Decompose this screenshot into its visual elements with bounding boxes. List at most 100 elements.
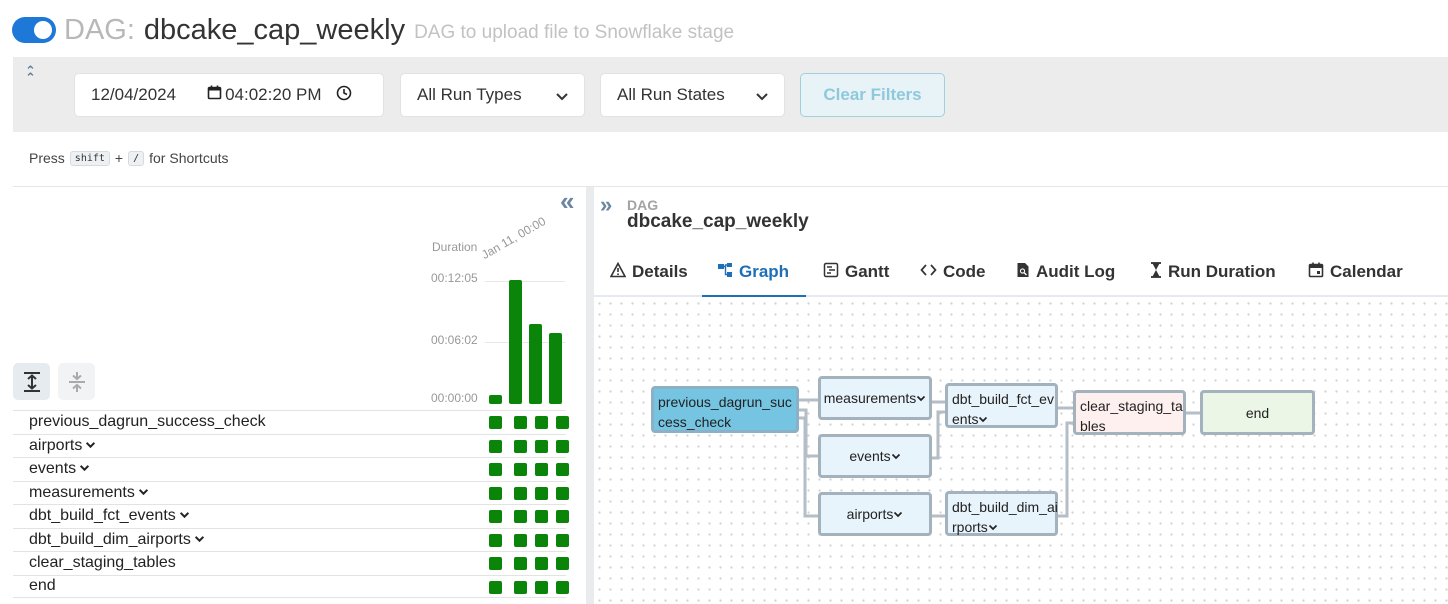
task-instance-status[interactable]: [514, 580, 527, 594]
task-instance-status[interactable]: [514, 439, 527, 453]
task-label: dbt_build_fct_events: [29, 507, 176, 525]
task-instance-status[interactable]: [514, 416, 527, 429]
panel-resize-handle[interactable]: [586, 187, 594, 604]
task-name[interactable]: events: [29, 460, 90, 478]
expand-details-icon[interactable]: »: [600, 192, 612, 218]
clock-icon[interactable]: [336, 85, 352, 106]
node-label: end: [1245, 404, 1270, 421]
collapse-grid-icon[interactable]: «: [560, 188, 574, 214]
task-name[interactable]: airports: [29, 437, 96, 455]
node-measurements[interactable]: measurements: [818, 376, 932, 420]
node-label: events: [849, 448, 891, 464]
run-type-select[interactable]: All Run Types: [400, 73, 585, 117]
collapse-all-button[interactable]: [58, 363, 95, 400]
calendar-icon[interactable]: [207, 85, 222, 105]
task-row[interactable]: dbt_build_fct_events: [13, 504, 569, 528]
chevron-down-icon[interactable]: [138, 484, 149, 502]
tab-gantt[interactable]: Gantt: [823, 249, 889, 295]
task-row[interactable]: events: [13, 457, 569, 481]
tab-details[interactable]: Details: [609, 249, 688, 295]
task-row[interactable]: airports: [13, 433, 569, 458]
task-instance-status[interactable]: [489, 557, 502, 570]
task-instance-status[interactable]: [489, 580, 502, 594]
task-instance-status[interactable]: [535, 439, 548, 453]
task-instance-status[interactable]: [514, 486, 527, 500]
dag-prefix: DAG:: [64, 13, 135, 46]
node-clear-staging-tables[interactable]: clear_staging_ta bles: [1073, 390, 1186, 435]
task-instance-status[interactable]: [514, 533, 527, 547]
shortcuts-press: Press: [29, 150, 65, 166]
task-name[interactable]: end: [29, 577, 56, 595]
task-row[interactable]: measurements: [13, 480, 569, 505]
task-name[interactable]: clear_staging_tables: [29, 554, 176, 572]
chevron-down-icon[interactable]: [85, 437, 96, 455]
dag-pause-toggle[interactable]: [12, 17, 56, 43]
task-instance-status[interactable]: [535, 416, 548, 429]
task-instance-status[interactable]: [556, 510, 569, 523]
task-name[interactable]: previous_dagrun_success_check: [29, 413, 266, 431]
expand-all-button[interactable]: [13, 363, 50, 400]
task-instance-status[interactable]: [556, 533, 569, 547]
clear-filters-button[interactable]: Clear Filters: [800, 73, 945, 117]
task-row[interactable]: dbt_build_dim_airports: [13, 527, 569, 552]
details-dag-id[interactable]: dbcake_cap_weekly: [627, 211, 809, 233]
node-events[interactable]: events: [818, 434, 932, 478]
task-instance-status[interactable]: [514, 557, 527, 570]
task-instance-status[interactable]: [489, 533, 502, 547]
task-label: dbt_build_dim_airports: [29, 530, 191, 548]
task-instance-status[interactable]: [556, 439, 569, 453]
task-instance-status[interactable]: [489, 439, 502, 453]
task-name[interactable]: measurements: [29, 484, 149, 502]
task-name[interactable]: dbt_build_fct_events: [29, 507, 190, 525]
filter-bar: ⌃ ⌃ 12/04/2024 04:02:20 PM All Run Types …: [13, 57, 1448, 132]
task-instance-status[interactable]: [489, 463, 502, 476]
task-instance-status[interactable]: [556, 463, 569, 476]
task-instance-status[interactable]: [535, 557, 548, 570]
node-label-line1: previous_dagrun_suc: [658, 394, 792, 410]
tab-calendar[interactable]: Calendar: [1308, 249, 1403, 295]
chevron-down-icon[interactable]: [179, 507, 190, 525]
task-instance-status[interactable]: [489, 486, 502, 500]
duration-axis-label: Duration: [432, 240, 478, 254]
graph-edges: [799, 398, 1200, 518]
task-row[interactable]: clear_staging_tables: [13, 551, 569, 575]
task-instance-status[interactable]: [535, 580, 548, 594]
slash-key: /: [128, 150, 145, 166]
task-instance-status[interactable]: [535, 463, 548, 476]
node-end[interactable]: end: [1200, 390, 1315, 435]
task-instance-status[interactable]: [535, 510, 548, 523]
task-instance-status[interactable]: [535, 486, 548, 500]
node-airports[interactable]: airports: [818, 492, 932, 536]
task-instance-status[interactable]: [489, 510, 502, 523]
graph-canvas[interactable]: previous_dagrun_suc cess_check measureme…: [594, 298, 1448, 604]
task-row[interactable]: previous_dagrun_success_check: [13, 410, 569, 434]
collapse-filters-icon[interactable]: ⌃ ⌃: [25, 64, 36, 84]
tab-run-duration[interactable]: Run Duration: [1150, 249, 1276, 295]
gantt-icon: [823, 262, 839, 283]
task-instance-status[interactable]: [514, 463, 527, 476]
dag-run-bar[interactable]: [509, 280, 522, 404]
node-previous-dagrun-success-check[interactable]: previous_dagrun_suc cess_check: [651, 386, 799, 433]
tab-graph[interactable]: Graph: [702, 249, 806, 297]
task-name[interactable]: dbt_build_dim_airports: [29, 531, 205, 549]
node-dbt-build-dim-airports[interactable]: dbt_build_dim_ai rports: [945, 491, 1058, 536]
dag-run-bar[interactable]: [529, 324, 542, 404]
run-date-label: Jan 11, 00:00: [479, 213, 549, 262]
dag-run-bar[interactable]: [489, 395, 502, 404]
task-instance-status[interactable]: [556, 580, 569, 594]
task-instance-status[interactable]: [535, 533, 548, 547]
task-instance-status[interactable]: [514, 510, 527, 523]
execution-date-input[interactable]: 12/04/2024 04:02:20 PM: [74, 73, 384, 117]
task-instance-status[interactable]: [556, 557, 569, 570]
task-instance-status[interactable]: [556, 486, 569, 500]
chevron-down-icon[interactable]: [79, 460, 90, 478]
task-instance-status[interactable]: [489, 416, 502, 429]
tab-code[interactable]: Code: [920, 249, 986, 295]
run-state-select[interactable]: All Run States: [600, 73, 785, 117]
dag-run-bar[interactable]: [549, 333, 562, 404]
task-row[interactable]: end: [13, 574, 569, 598]
chevron-down-icon[interactable]: [194, 531, 205, 549]
tab-audit-log[interactable]: Audit Log: [1016, 249, 1115, 295]
node-dbt-build-fct-events[interactable]: dbt_build_fct_ev ents: [945, 383, 1058, 428]
task-instance-status[interactable]: [556, 416, 569, 429]
